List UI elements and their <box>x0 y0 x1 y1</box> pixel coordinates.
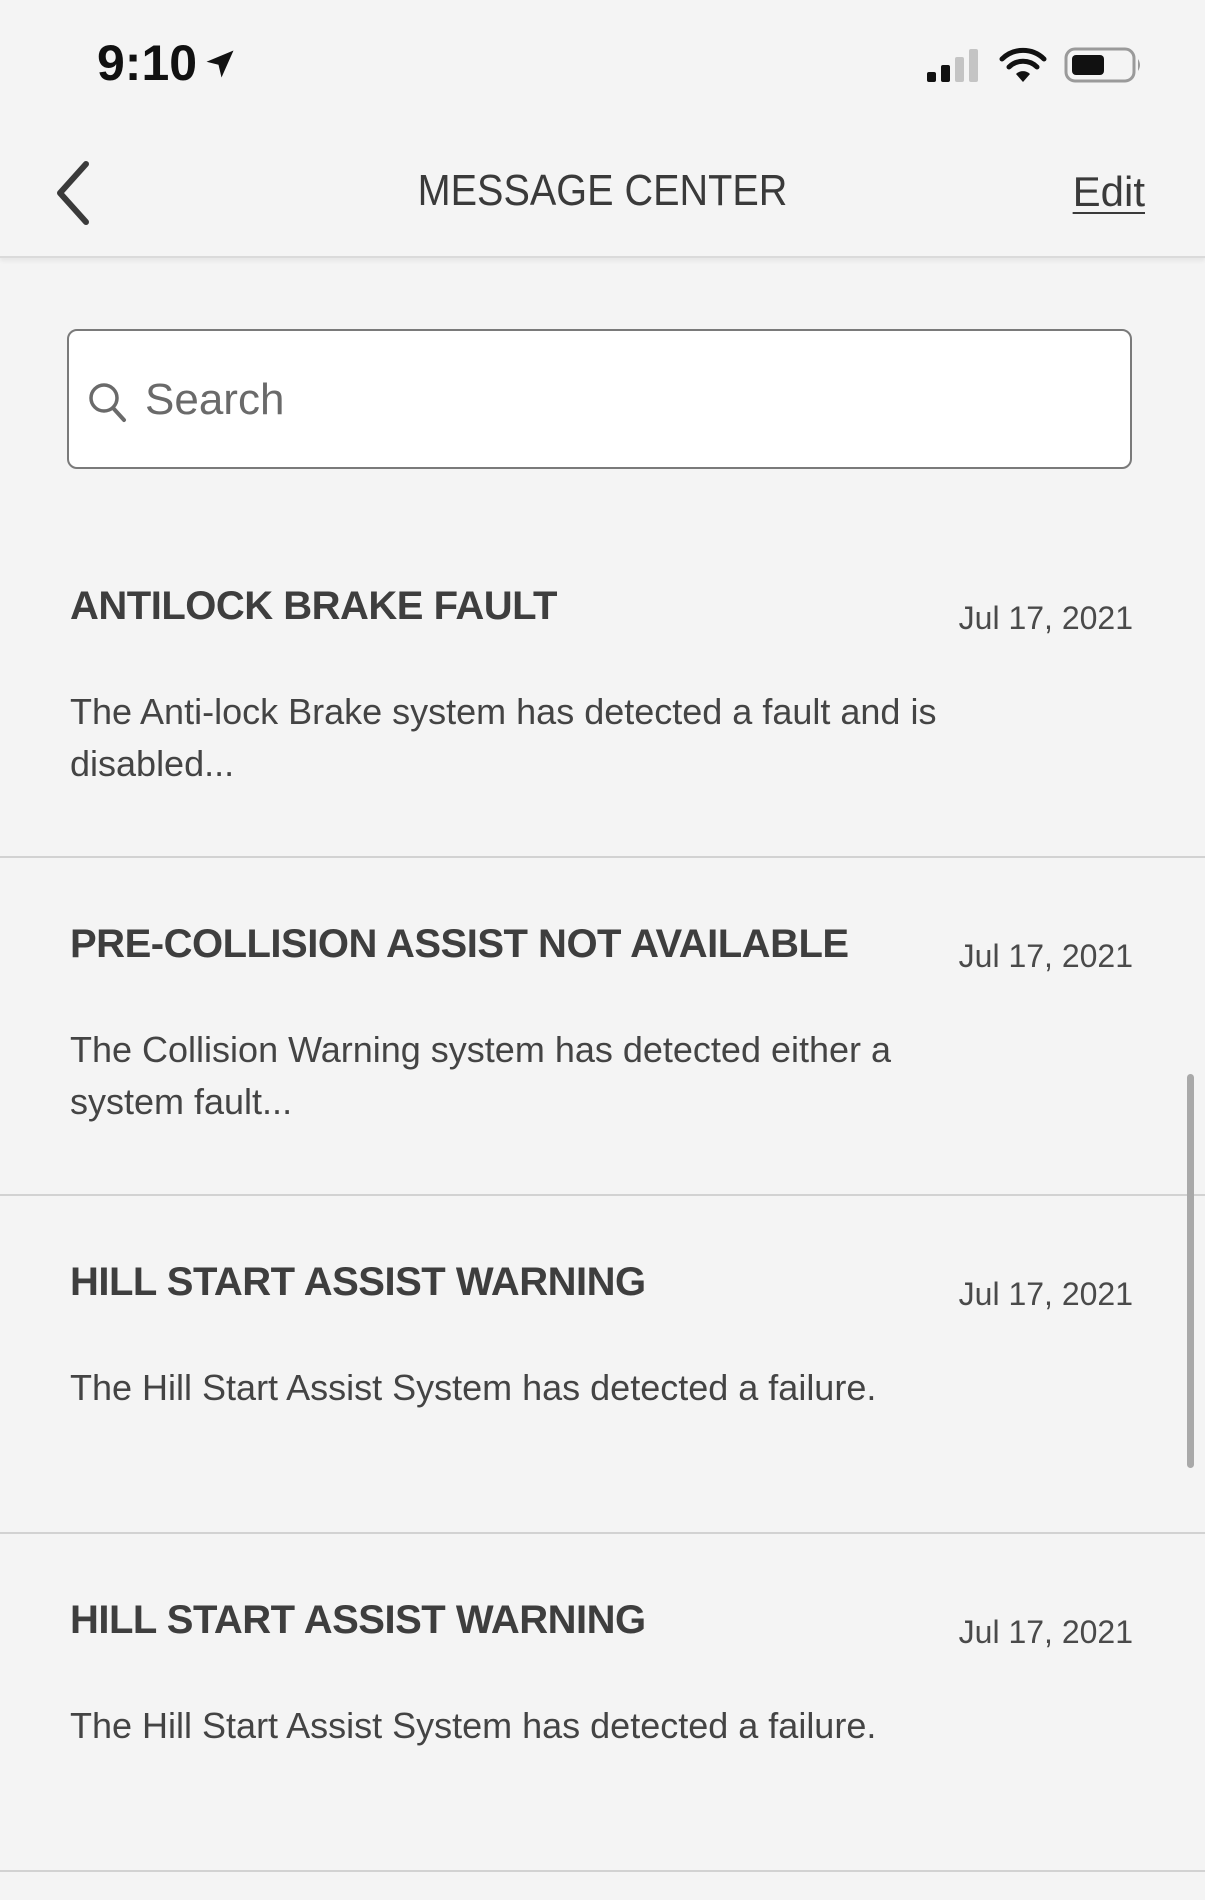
message-date: Jul 17, 2021 <box>958 600 1133 636</box>
battery-icon <box>1064 47 1140 83</box>
message-item[interactable]: HILL START ASSIST WARNING Jul 17, 2021 T… <box>0 1196 1205 1534</box>
message-title: HILL START ASSIST WARNING <box>70 1260 646 1304</box>
message-body: The Hill Start Assist System has detecte… <box>70 1367 877 1408</box>
message-title: HILL START ASSIST WARNING <box>70 1598 646 1642</box>
search-icon <box>89 383 126 422</box>
status-bar: 9:10 <box>0 0 1205 120</box>
status-time: 9:10 <box>97 35 198 91</box>
message-item[interactable]: HILL START ASSIST WARNING Jul 17, 2021 T… <box>0 1534 1205 1872</box>
wifi-icon <box>999 47 1047 82</box>
nav-bar: MESSAGE CENTER Edit <box>0 120 1205 258</box>
message-body: The Collision Warning system has detecte… <box>70 1029 892 1122</box>
message-body: The Hill Start Assist System has detecte… <box>70 1705 877 1746</box>
message-body: The Anti-lock Brake system has detected … <box>70 691 937 784</box>
message-title: PRE-COLLISION ASSIST NOT AVAILABLE <box>70 922 849 966</box>
scrollbar-thumb[interactable] <box>1187 1074 1194 1468</box>
message-date: Jul 17, 2021 <box>958 1276 1133 1312</box>
message-date: Jul 17, 2021 <box>958 938 1133 974</box>
cellular-signal-icon <box>927 49 978 82</box>
search-input[interactable] <box>143 361 1097 439</box>
message-item[interactable]: ANTILOCK BRAKE FAULT Jul 17, 2021 The An… <box>0 520 1205 858</box>
message-item[interactable]: PRE-COLLISION ASSIST NOT AVAILABLE Jul 1… <box>0 858 1205 1196</box>
message-title: ANTILOCK BRAKE FAULT <box>70 584 558 628</box>
search-box[interactable] <box>67 329 1132 469</box>
page-title: MESSAGE CENTER <box>417 166 788 215</box>
message-date: Jul 17, 2021 <box>958 1614 1133 1650</box>
message-list: ANTILOCK BRAKE FAULT Jul 17, 2021 The An… <box>0 520 1205 1872</box>
edit-button[interactable]: Edit <box>1073 168 1145 216</box>
location-arrow-icon <box>206 50 234 78</box>
